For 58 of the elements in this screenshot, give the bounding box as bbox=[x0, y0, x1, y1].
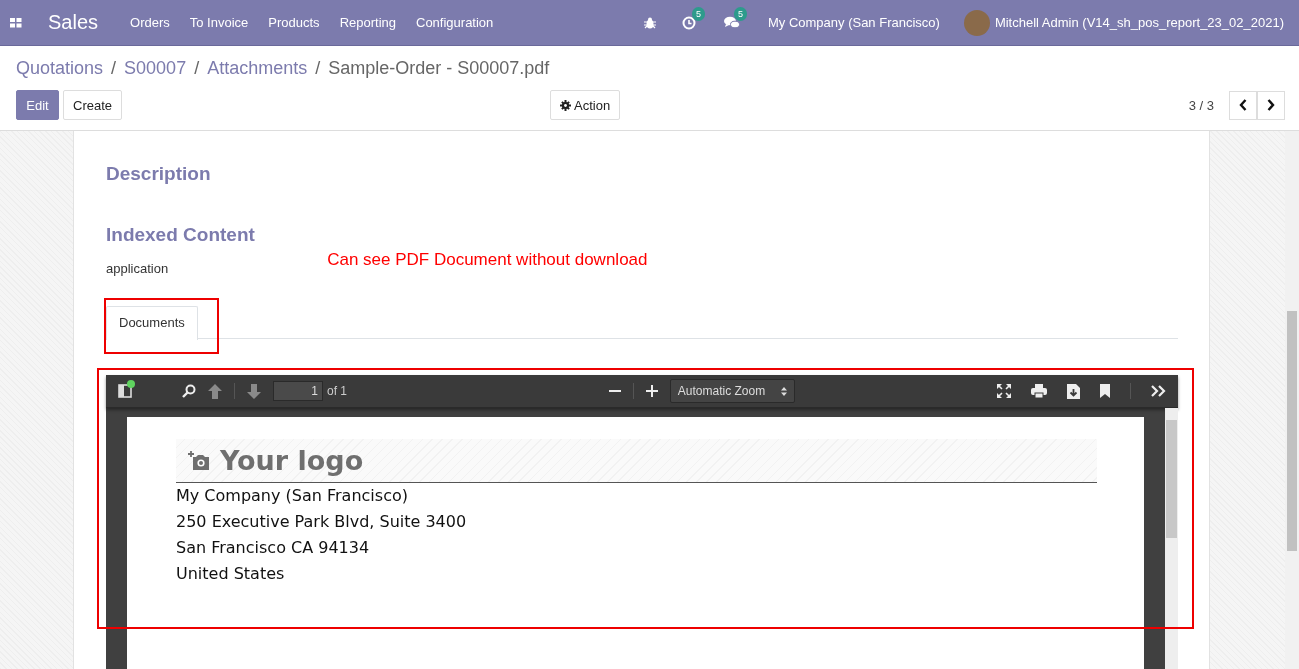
next-button[interactable] bbox=[1257, 90, 1285, 120]
chevron-left-icon bbox=[1239, 99, 1247, 111]
logo-text: Your logo bbox=[220, 445, 364, 476]
company-switcher[interactable]: My Company (San Francisco) bbox=[767, 15, 940, 30]
section-title: Description bbox=[106, 163, 212, 185]
sidebar-toggle-icon[interactable] bbox=[118, 384, 132, 398]
menu-item[interactable]: Orders bbox=[130, 15, 170, 30]
tab[interactable]: Documents bbox=[106, 306, 198, 340]
annotation-text: Can see PDF Document without download bbox=[327, 250, 648, 270]
zoom-dropdown[interactable]: Automatic Zoom bbox=[669, 379, 796, 403]
page-number-field[interactable]: 1 bbox=[273, 381, 323, 401]
search-icon[interactable] bbox=[182, 384, 196, 398]
breadcrumb-separator: / bbox=[111, 57, 117, 79]
menu-item[interactable]: Configuration bbox=[416, 15, 494, 30]
breadcrumb-item[interactable]: Quotations bbox=[16, 57, 104, 79]
count-badge: 5 bbox=[733, 7, 747, 21]
field-value: application bbox=[106, 261, 169, 276]
section-title: Indexed Content bbox=[106, 224, 256, 246]
create-button[interactable]: Create bbox=[63, 90, 123, 120]
apps-grid-icon[interactable] bbox=[10, 17, 22, 28]
chevron-right-icon bbox=[1267, 99, 1275, 111]
address-line: San Francisco CA 94134 bbox=[176, 537, 371, 559]
zoom-in-icon[interactable] bbox=[645, 385, 658, 397]
breadcrumb-item[interactable]: S00007 bbox=[124, 57, 187, 79]
breadcrumb-separator: / bbox=[194, 57, 200, 79]
gear-icon bbox=[560, 99, 571, 111]
breadcrumb-item: Sample-Order - S00007.pdf bbox=[328, 57, 550, 79]
sort-arrows-icon bbox=[781, 386, 788, 396]
avatar-circle bbox=[963, 9, 990, 36]
address-line: 250 Executive Park Blvd, Suite 3400 bbox=[176, 511, 468, 533]
address-line: United States bbox=[176, 563, 286, 585]
menu-item[interactable]: Reporting bbox=[339, 15, 396, 30]
user-menu[interactable]: Mitchell Admin (V14_sh_pos_report_23_02_2021) bbox=[963, 9, 1284, 36]
action-button[interactable]: Action bbox=[550, 90, 621, 120]
menu-item[interactable]: Products bbox=[268, 15, 320, 30]
previous-button[interactable] bbox=[1229, 90, 1257, 120]
download-icon[interactable] bbox=[1067, 383, 1080, 399]
print-icon[interactable] bbox=[1031, 384, 1047, 398]
edit-button[interactable]: Edit bbox=[16, 90, 59, 120]
chat-bubbles-icon[interactable] bbox=[723, 16, 740, 29]
breadcrumb-separator: / bbox=[315, 57, 321, 79]
arrow-up-icon[interactable] bbox=[208, 383, 222, 399]
fullscreen-icon[interactable] bbox=[997, 384, 1011, 398]
arrow-down-icon[interactable] bbox=[247, 383, 261, 399]
pager-value: 3 / 3 bbox=[1188, 97, 1214, 113]
app-name[interactable]: Sales bbox=[48, 11, 99, 34]
user-name: Mitchell Admin (V14_sh_pos_report_23_02_2021) bbox=[994, 15, 1284, 30]
clock-icon[interactable] bbox=[681, 15, 696, 30]
bug-icon[interactable] bbox=[643, 16, 656, 29]
count-badge: 5 bbox=[691, 6, 705, 21]
breadcrumb-item[interactable]: Attachments bbox=[207, 57, 308, 79]
camera-add-icon bbox=[188, 450, 210, 471]
status-dot-icon bbox=[127, 380, 135, 388]
address-line: My Company (San Francisco) bbox=[176, 485, 409, 507]
menu-item[interactable]: To Invoice bbox=[189, 15, 249, 30]
double-chevron-icon[interactable] bbox=[1151, 385, 1166, 397]
page-count: of 1 bbox=[327, 384, 347, 398]
bookmark-icon[interactable] bbox=[1100, 384, 1110, 398]
